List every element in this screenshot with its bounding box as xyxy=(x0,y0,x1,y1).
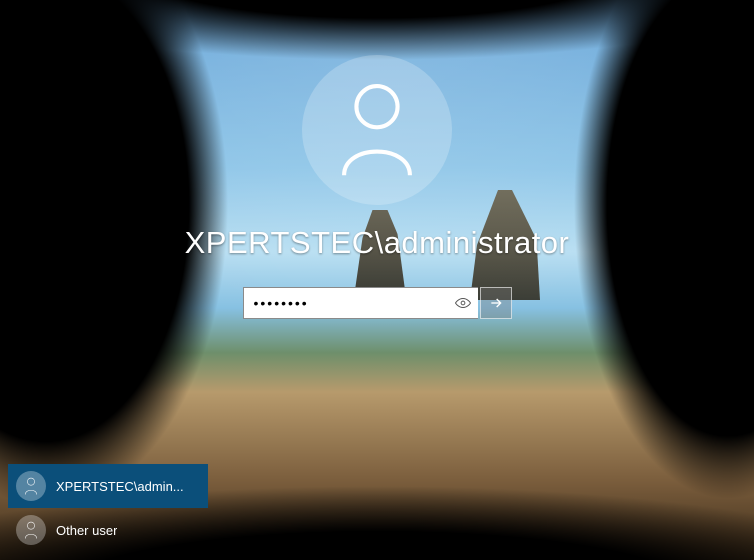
account-item-selected[interactable]: XPERTSTEC\admin... xyxy=(8,464,208,508)
reveal-password-button[interactable] xyxy=(454,294,472,312)
submit-button[interactable] xyxy=(480,287,512,319)
password-row xyxy=(243,287,512,319)
person-icon xyxy=(334,82,420,178)
account-item-other-user[interactable]: Other user xyxy=(8,508,208,552)
username-label: XPERTSTEC\administrator xyxy=(185,225,570,261)
password-input[interactable] xyxy=(243,287,478,319)
person-icon xyxy=(23,477,39,495)
eye-icon xyxy=(454,294,472,312)
login-panel: XPERTSTEC\administrator xyxy=(0,55,754,319)
password-wrap xyxy=(243,287,478,319)
arrow-right-icon xyxy=(488,295,504,311)
account-item-label: XPERTSTEC\admin... xyxy=(56,479,184,494)
person-icon xyxy=(23,521,39,539)
user-avatar xyxy=(302,55,452,205)
account-avatar xyxy=(16,515,46,545)
account-item-label: Other user xyxy=(56,523,117,538)
account-avatar xyxy=(16,471,46,501)
account-list: XPERTSTEC\admin... Other user xyxy=(8,464,208,552)
